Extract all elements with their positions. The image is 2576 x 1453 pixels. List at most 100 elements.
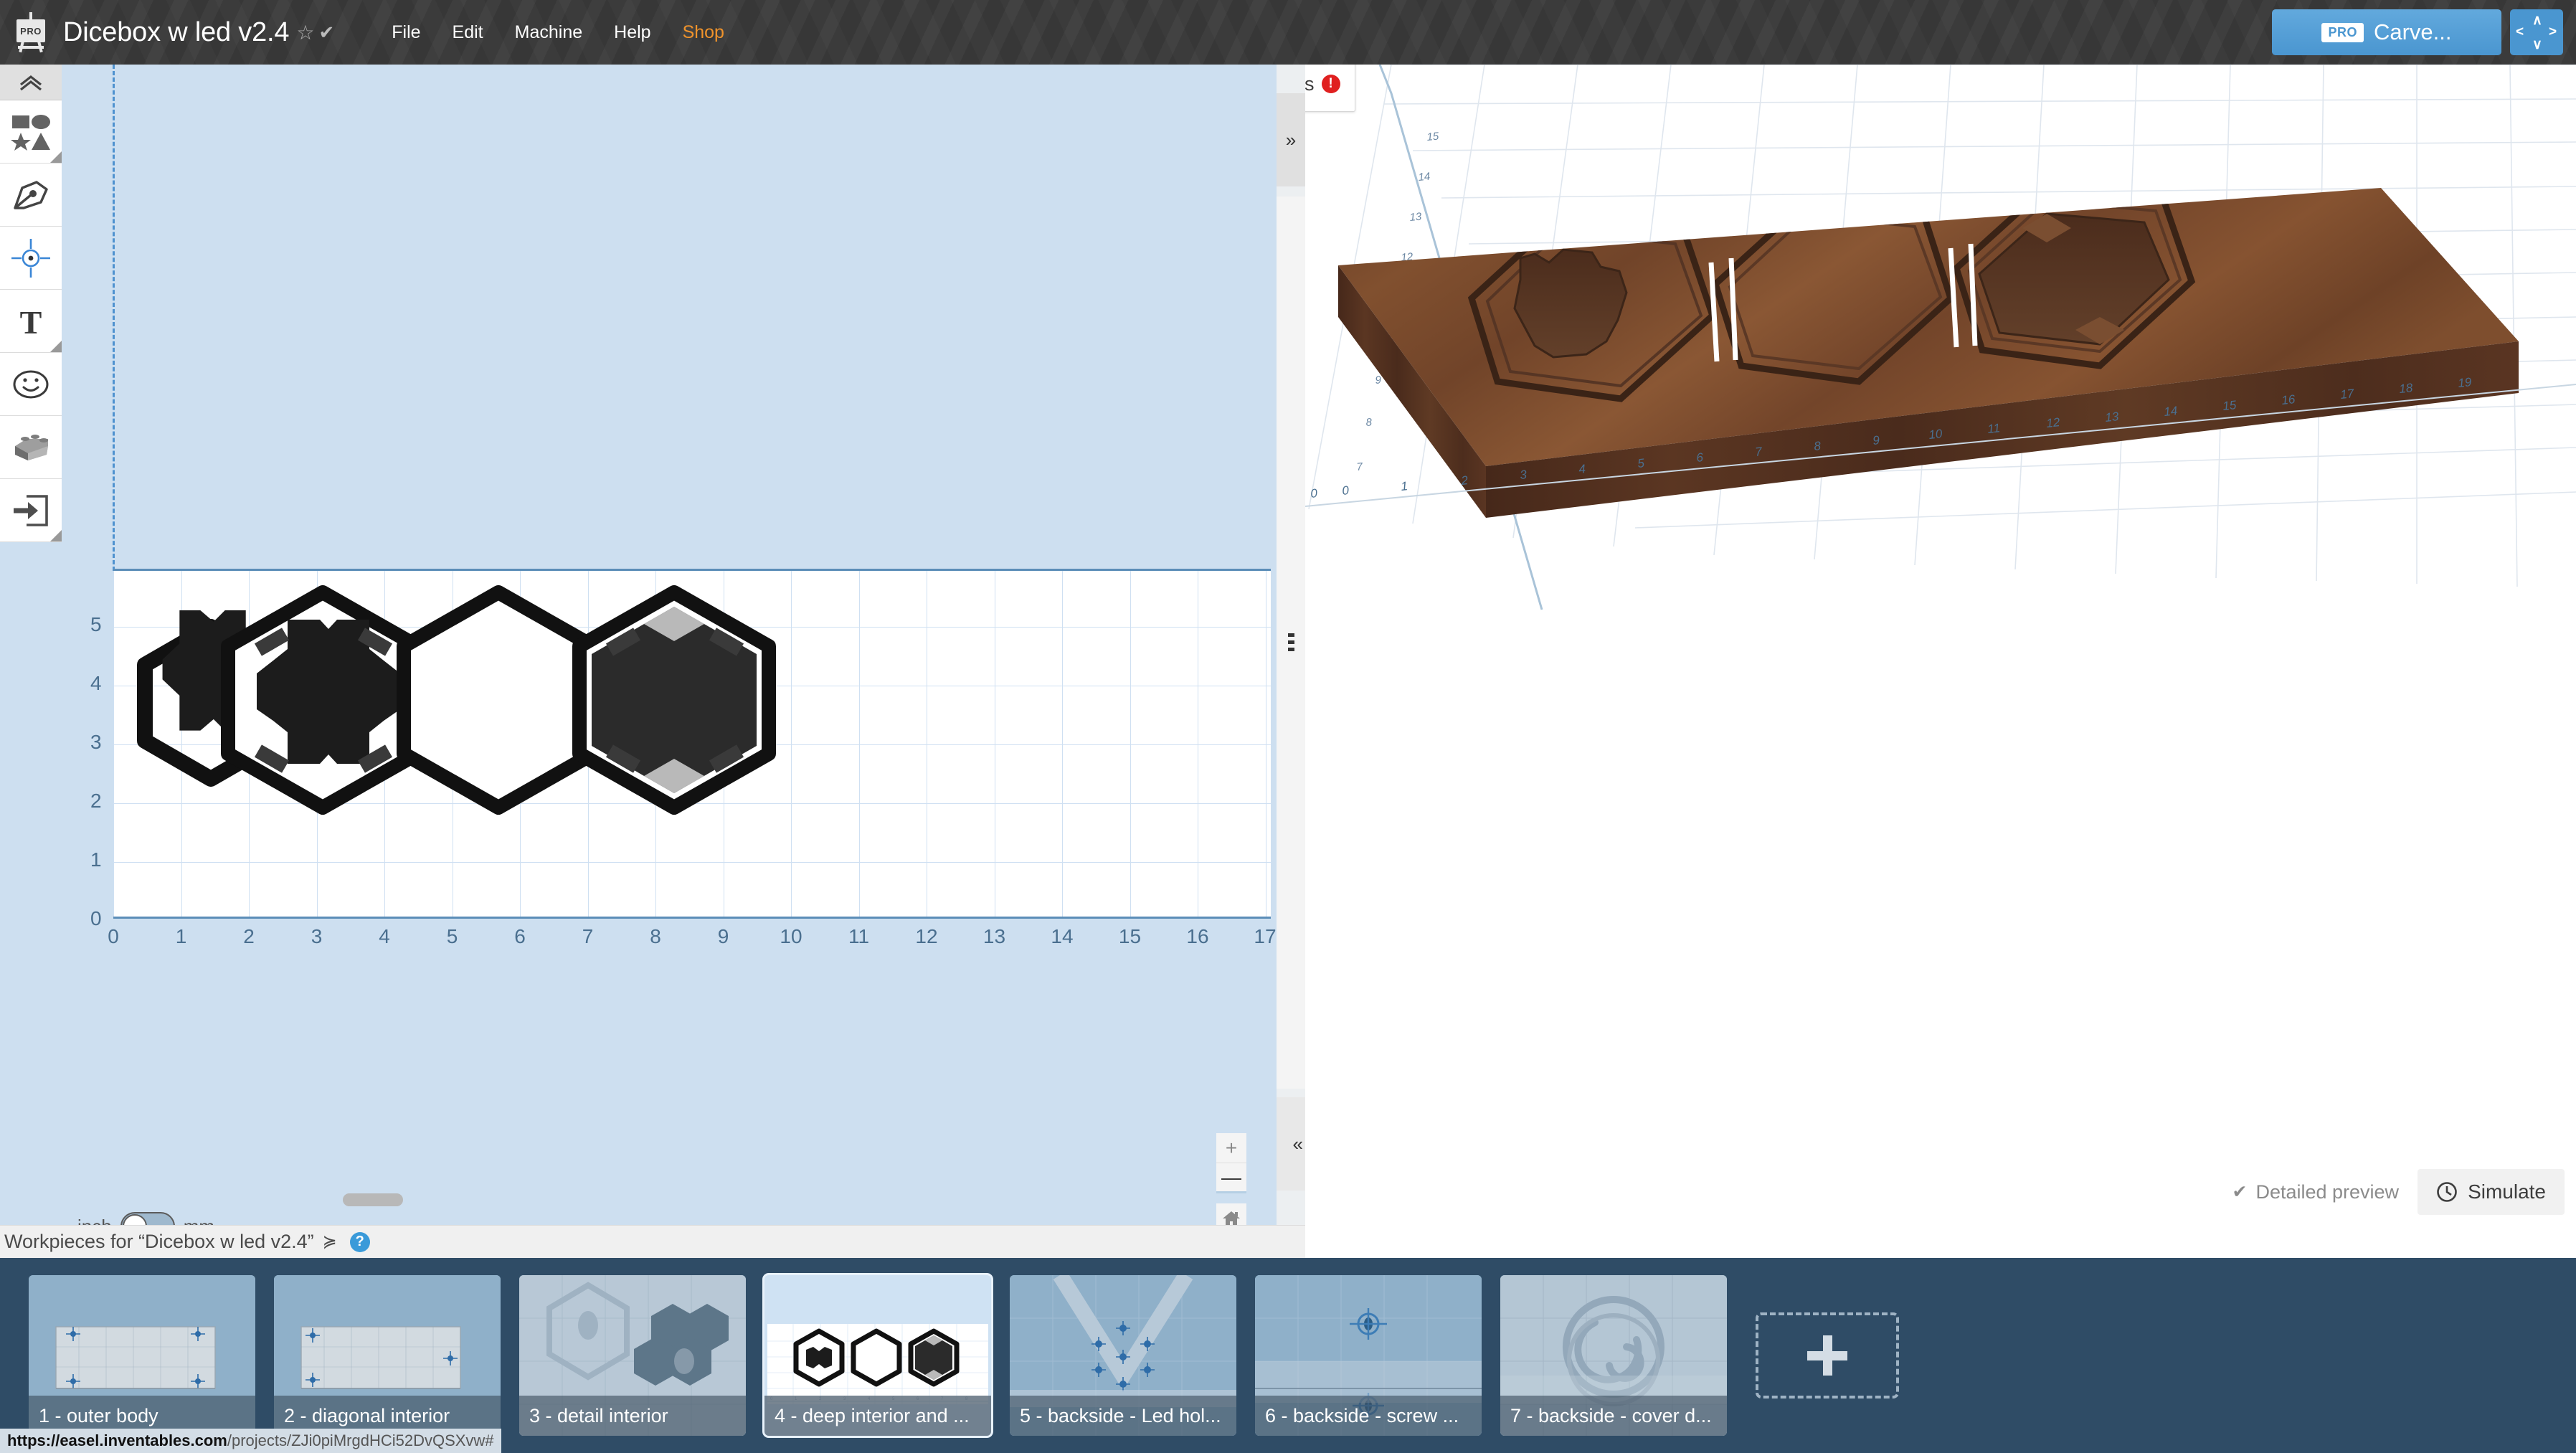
cut-settings-button[interactable]: Cut Settings ! — [1305, 65, 1355, 111]
zoom-in-button[interactable]: + — [1216, 1133, 1246, 1163]
panel-splitter: » « — [1277, 65, 1305, 1225]
workpieces-resize-handle[interactable] — [343, 1193, 403, 1206]
nav-left-icon[interactable]: < — [2516, 24, 2524, 40]
add-workpiece-button[interactable] — [1756, 1312, 1899, 1398]
toolbar-collapse-button[interactable] — [0, 65, 62, 100]
svg-text:19: 19 — [2457, 375, 2472, 390]
unit-switch-knob — [123, 1214, 147, 1225]
x-tick: 8 — [650, 925, 661, 948]
smiley-icon — [12, 369, 49, 400]
workpiece-label-5: 5 - backside - Led hol... — [1010, 1396, 1236, 1436]
svg-text:8: 8 — [1365, 416, 1373, 429]
svg-text:0: 0 — [1341, 483, 1350, 498]
unit-switch[interactable] — [120, 1212, 175, 1225]
workpiece-card-1[interactable]: 1 - outer body — [29, 1275, 255, 1436]
carve-pro-badge: PRO — [2321, 23, 2364, 42]
x-tick: 3 — [311, 925, 323, 948]
y-tick: 1 — [90, 848, 102, 871]
detailed-preview-label: Detailed preview — [2255, 1181, 2399, 1203]
chevron-down-icon[interactable]: ≽ — [323, 1231, 337, 1252]
preview-3d-scene: 7 8 9 10 11 12 13 14 15 — [1305, 65, 2576, 1225]
drag-grip-icon — [1288, 633, 1294, 652]
x-tick: 10 — [780, 925, 802, 948]
menu-file[interactable]: File — [376, 22, 436, 43]
svg-text:11: 11 — [1987, 421, 2001, 436]
workpiece-card-5[interactable]: 5 - backside - Led hol... — [1010, 1275, 1236, 1436]
y-tick: 2 — [90, 790, 102, 813]
saved-check-icon: ✔ — [318, 22, 334, 44]
cut-settings-label: Cut Settings — [1305, 73, 1315, 95]
page-title[interactable]: Dicebox w led v2.4 — [63, 17, 289, 48]
nav-right-icon[interactable]: > — [2549, 24, 2557, 40]
splitter-drag-handle[interactable] — [1277, 197, 1305, 1089]
x-tick: 14 — [1051, 925, 1073, 948]
import-arrow-icon — [12, 493, 49, 528]
workpiece-card-2[interactable]: 2 - diagonal interior — [274, 1275, 501, 1436]
center-point-tool[interactable] — [0, 227, 62, 290]
import-tool[interactable] — [0, 479, 62, 542]
unit-toggle[interactable]: inch mm — [77, 1212, 214, 1225]
zoom-home-button[interactable] — [1216, 1203, 1246, 1225]
collapse-preview-button[interactable]: « — [1277, 1097, 1305, 1191]
carve-button-label: Carve... — [2374, 19, 2452, 45]
x-tick: 11 — [848, 925, 869, 948]
workpiece-label-4: 4 - deep interior and ... — [764, 1396, 991, 1436]
text-tool[interactable]: T — [0, 290, 62, 353]
apps-tool[interactable] — [0, 416, 62, 479]
workpiece-card-4[interactable]: 012 345 678 4 - deep interior and ... — [764, 1275, 991, 1436]
detailed-preview-check-icon: ✔ — [2232, 1181, 2248, 1203]
material-left-edge-marker — [113, 65, 115, 571]
detailed-preview-toggle[interactable]: ✔ Detailed preview — [2232, 1181, 2400, 1203]
hex-group-3 — [579, 592, 769, 808]
menu-shop[interactable]: Shop — [667, 22, 740, 43]
workpiece-card-7[interactable]: 7 - backside - cover d... — [1500, 1275, 1727, 1436]
y-tick: 5 — [90, 613, 102, 636]
menu-help[interactable]: Help — [598, 22, 666, 43]
design-canvas-pane[interactable]: 0 1 2 3 4 5 6 7 8 9 10 11 12 13 14 15 16… — [62, 65, 1277, 1225]
logo-pro-text: PRO — [20, 26, 42, 37]
favorite-star-icon[interactable]: ☆ — [296, 21, 314, 44]
menu-edit[interactable]: Edit — [437, 22, 499, 43]
text-tool-corner-indicator — [50, 341, 62, 352]
status-bar-url: https://easel.inventables.com/projects/Z… — [0, 1429, 501, 1453]
x-tick: 15 — [1119, 925, 1141, 948]
shapes-tool[interactable] — [0, 100, 62, 164]
help-icon[interactable]: ? — [350, 1232, 370, 1252]
svg-text:4: 4 — [1578, 462, 1586, 476]
simulate-button[interactable]: Simulate — [2418, 1169, 2565, 1215]
hex-group-1 — [228, 592, 417, 808]
workpiece-card-6[interactable]: 6 - backside - screw ... — [1255, 1275, 1482, 1436]
x-tick: 7 — [582, 925, 594, 948]
preview-3d-pane[interactable]: 7 8 9 10 11 12 13 14 15 — [1305, 65, 2576, 1225]
x-tick: 1 — [176, 925, 187, 948]
x-tick: 0 — [108, 925, 119, 948]
home-icon — [1222, 1210, 1241, 1225]
emoji-tool[interactable] — [0, 353, 62, 416]
svg-text:15: 15 — [2222, 398, 2237, 413]
carve-button[interactable]: PRO Carve... — [2272, 9, 2501, 55]
svg-text:15: 15 — [1426, 131, 1440, 143]
zoom-out-button[interactable]: — — [1216, 1163, 1246, 1193]
unit-inch-label: inch — [77, 1216, 112, 1226]
x-tick: 12 — [915, 925, 937, 948]
nav-down-icon[interactable]: ∨ — [2532, 37, 2542, 53]
svg-text:18: 18 — [2398, 381, 2413, 396]
workpiece-card-3[interactable]: 3 - detail interior — [519, 1275, 746, 1436]
jog-navigation-pad[interactable]: ∧ ∨ < > — [2510, 9, 2563, 55]
y-tick: 4 — [90, 672, 102, 695]
pen-icon — [12, 179, 49, 211]
svg-text:14: 14 — [2163, 404, 2178, 419]
workpiece-shapes[interactable] — [113, 569, 1271, 927]
workpieces-title: Workpieces for “Dicebox w led v2.4” — [4, 1231, 314, 1253]
pen-tool[interactable] — [0, 164, 62, 227]
status-url-domain: https://easel.inventables.com — [7, 1431, 227, 1450]
svg-text:10: 10 — [1928, 427, 1943, 442]
nav-up-icon[interactable]: ∧ — [2532, 12, 2542, 29]
y-tick: 3 — [90, 731, 102, 754]
svg-text:7: 7 — [1356, 460, 1363, 473]
easel-pro-logo[interactable]: PRO — [11, 12, 50, 52]
menu-machine[interactable]: Machine — [499, 22, 599, 43]
svg-text:T: T — [20, 305, 42, 338]
svg-text:0: 0 — [1310, 486, 1318, 501]
expand-preview-button[interactable]: » — [1277, 93, 1305, 186]
